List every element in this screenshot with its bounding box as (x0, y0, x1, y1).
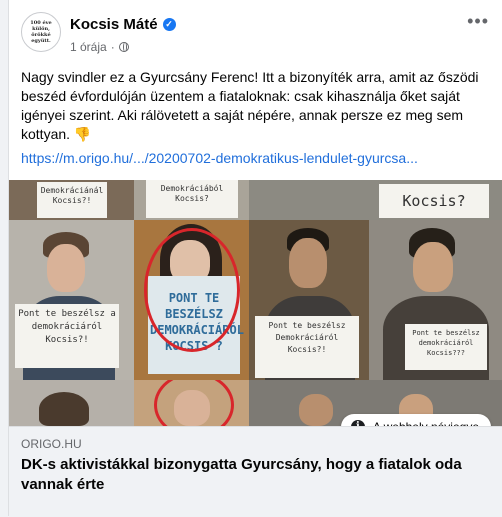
person-face (299, 394, 333, 426)
link-preview-image[interactable]: Demokráciánál Kocsis?! Demokráciából Koc… (9, 180, 502, 426)
person-face (289, 238, 327, 288)
protest-sign: Pont te beszélsz Demokráciáról Kocsis?! (255, 316, 359, 378)
protest-sign: Kocsis? (379, 184, 489, 218)
protest-sign: Pont te beszélsz demokráciáról Kocsis??? (405, 324, 487, 370)
author-header: Kocsis Máté ✓ (70, 16, 176, 33)
verified-badge-icon: ✓ (162, 18, 176, 31)
person-hair (39, 392, 89, 426)
more-options-button[interactable]: ••• (467, 12, 489, 30)
meta-separator: · (110, 40, 115, 54)
author-name[interactable]: Kocsis Máté (70, 16, 158, 33)
photo-tile-top-left: Demokráciánál Kocsis?! (9, 180, 134, 220)
photo-tile-bottom-left (9, 380, 134, 426)
photo-tile-right: Pont te beszélsz demokráciáról Kocsis??? (369, 220, 502, 380)
red-circle-annotation (154, 380, 234, 426)
post-meta: 1 órája · (70, 40, 129, 54)
post-timestamp[interactable]: 1 órája (70, 40, 107, 54)
person-face (413, 242, 453, 292)
person-face (47, 244, 85, 292)
protest-sign: Pont te beszélsz a demokráciáról Kocsis?… (15, 304, 119, 368)
preview-domain: ORIGO.HU (21, 437, 82, 451)
post-text: Nagy svindler ez a Gyurcsány Ferenc! Itt… (21, 69, 479, 142)
photo-tile-bottom-center (134, 380, 249, 426)
protest-sign: Demokráciánál Kocsis?! (37, 182, 107, 218)
photo-tile-top-center: Demokráciából Kocsis? (134, 180, 249, 220)
post-link[interactable]: https://m.origo.hu/.../20200702-demokrat… (21, 150, 451, 166)
photo-tile-center: PONT TE BESZÉLSZ DEMOKRÁCIÁRÓL KOCSIS ? (134, 220, 249, 380)
photo-tile-left: Pont te beszélsz a demokráciáról Kocsis?… (9, 220, 134, 380)
preview-headline[interactable]: DK-s aktivistákkal bizonygatta Gyurcsány… (21, 455, 491, 495)
avatar-logo-text: 100 éve külön, örökké együtt. (30, 20, 52, 44)
protest-sign: Demokráciából Kocsis? (146, 180, 238, 218)
globe-icon[interactable] (118, 42, 129, 52)
link-preview-card[interactable]: ORIGO.HU DK-s aktivistákkal bizonygatta … (9, 426, 502, 517)
red-circle-annotation (144, 228, 240, 352)
facebook-post: 100 éve külön, örökké együtt. Kocsis Mát… (8, 0, 502, 517)
photo-tile-top-right: Kocsis? (249, 180, 502, 220)
photo-tile-center-right: Pont te beszélsz Demokráciáról Kocsis?! (249, 220, 369, 380)
author-avatar[interactable]: 100 éve külön, örökké együtt. (21, 12, 61, 52)
